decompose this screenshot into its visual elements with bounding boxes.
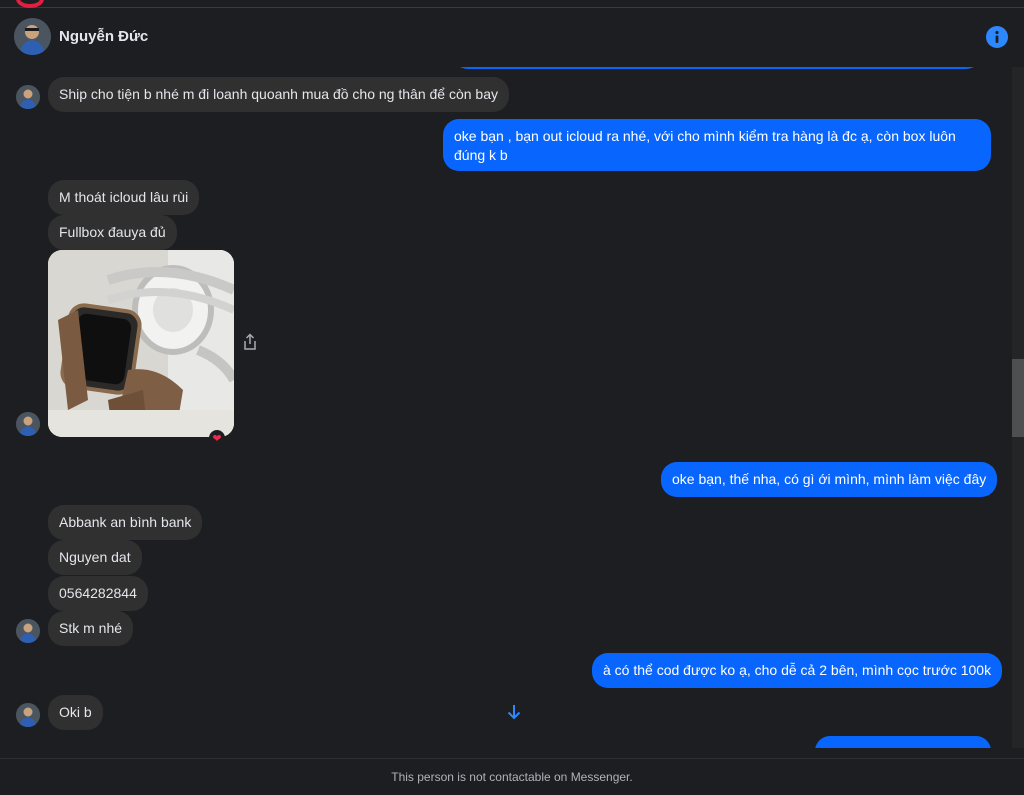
outgoing-message[interactable]: à có thể cod được ko ạ, cho dễ cả 2 bên,… — [592, 653, 1003, 688]
heart-reaction-icon[interactable]: ❤ — [209, 430, 225, 446]
scrollbar-thumb[interactable] — [1012, 359, 1024, 437]
composer-notice: This person is not contactable on Messen… — [0, 758, 1024, 795]
contact-avatar[interactable] — [14, 18, 51, 55]
incoming-message[interactable]: Nguyen dat — [48, 540, 142, 575]
app-logo-icon — [16, 0, 44, 8]
incoming-message[interactable]: Fullbox đauya đủ — [48, 215, 177, 250]
incoming-message[interactable]: M thoát icloud lâu rùi — [48, 180, 200, 215]
incoming-message[interactable]: Abbank an bình bank — [48, 505, 203, 540]
messenger-window: Nguyễn Đức Ship cho tiện b nhé m đi loan… — [0, 0, 1024, 795]
message-list[interactable]: Ship cho tiện b nhé m đi loanh quoanh mu… — [0, 67, 1012, 748]
top-border — [0, 0, 1024, 8]
sender-avatar — [16, 619, 40, 643]
message-line: oke bạn , bạn out icloud ra nhé, với cho… — [454, 128, 956, 144]
incoming-message[interactable]: Oki b — [48, 695, 103, 730]
sender-avatar — [16, 412, 40, 436]
conversation-header: Nguyễn Đức — [0, 9, 1024, 67]
incoming-message[interactable]: Stk m nhé — [48, 611, 134, 646]
incoming-message[interactable]: Ship cho tiện b nhé m đi loanh quoanh mu… — [48, 77, 509, 112]
outgoing-message[interactable]: oke bạn, thế nha, có gì ới mình, mình là… — [661, 462, 998, 497]
not-contactable-notice: This person is not contactable on Messen… — [391, 770, 633, 784]
contact-name[interactable]: Nguyễn Đức — [59, 28, 148, 45]
scrollbar[interactable] — [1012, 67, 1024, 748]
message-bubble-partial — [452, 67, 982, 69]
share-icon[interactable] — [242, 333, 258, 351]
info-icon[interactable] — [986, 26, 1008, 48]
message-line: đúng k b — [454, 147, 508, 163]
photo-attachment[interactable] — [48, 250, 234, 437]
incoming-message[interactable]: 0564282844 — [48, 576, 148, 611]
outgoing-message[interactable]: oke bạn , bạn out icloud ra nhé, với cho… — [443, 119, 991, 171]
message-bubble-partial — [815, 736, 991, 748]
arrow-down-icon[interactable] — [500, 698, 528, 726]
sender-avatar — [16, 85, 40, 109]
sender-avatar — [16, 703, 40, 727]
